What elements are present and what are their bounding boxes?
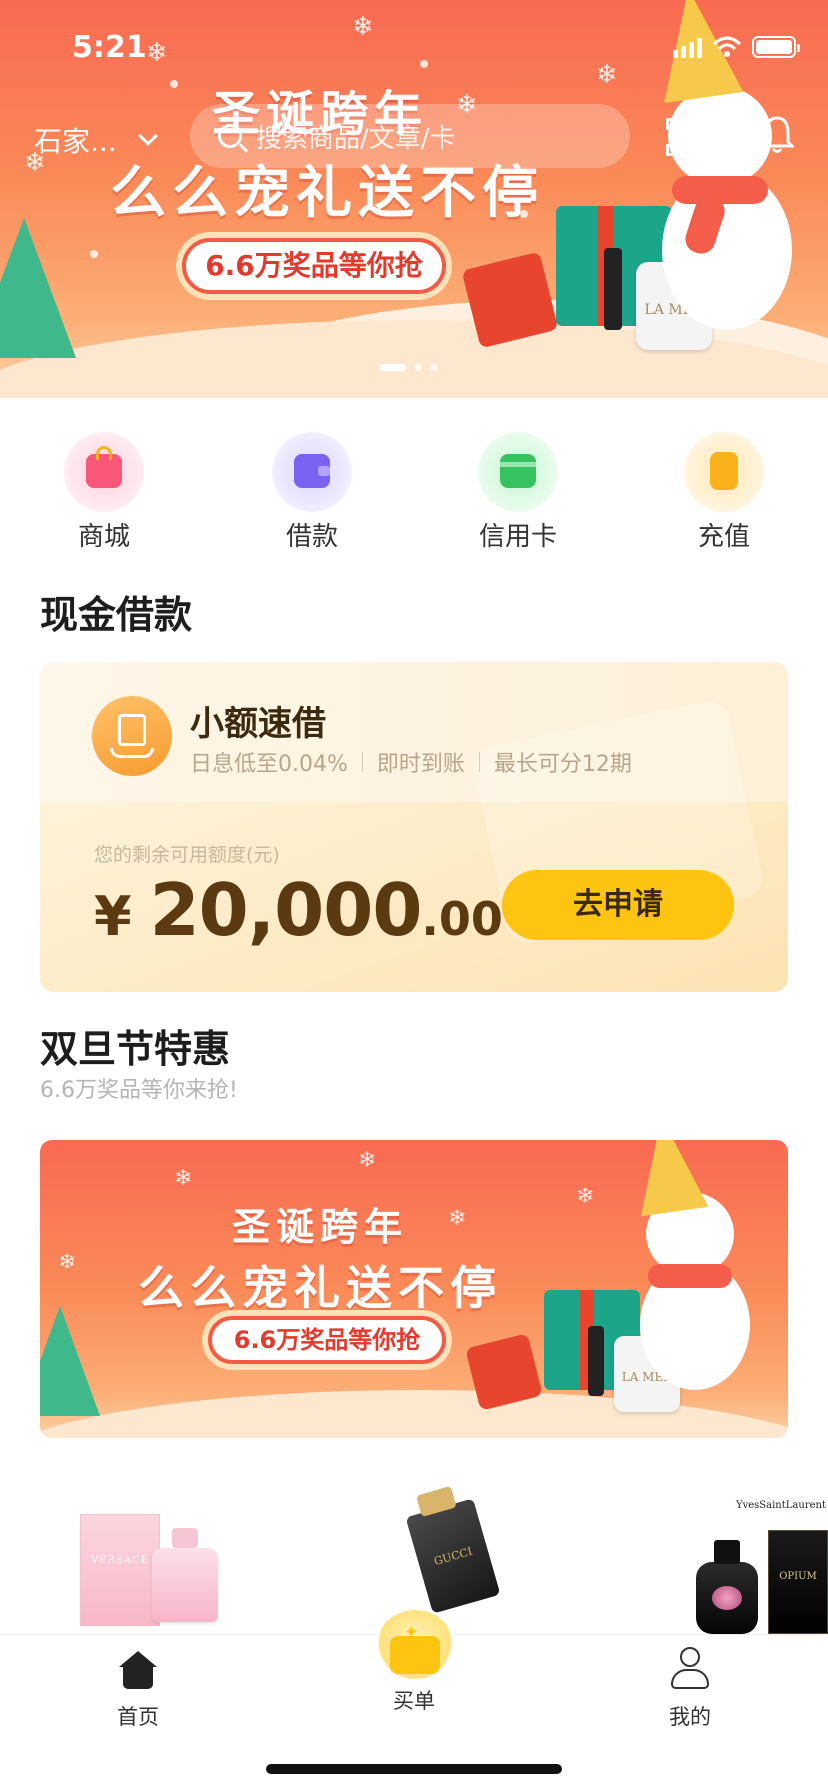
loan-feature: 最长可分12期 [493, 752, 632, 777]
city-label: 石家... [34, 125, 117, 158]
snowflake-icon: ❄ [58, 1250, 77, 1275]
chevron-down-icon [137, 126, 158, 146]
entry-mall[interactable]: 商城 [44, 432, 164, 553]
entry-loan[interactable]: 借款 [252, 432, 372, 553]
credit-card-icon [478, 432, 558, 512]
battery-icon [752, 36, 800, 58]
loan-product-name: 小额速借 [190, 704, 326, 744]
entry-label: 借款 [285, 522, 338, 552]
amount-integer: 20,000 [149, 868, 423, 952]
banner-slogan: 么么宠礼送不停 [138, 1261, 502, 1315]
shopping-bag-icon [64, 432, 144, 512]
product-image-gucci[interactable]: GUCCI [405, 1485, 501, 1614]
snowflake-icon: ❄ [576, 1184, 595, 1209]
entry-label: 充值 [697, 522, 750, 552]
section-subtitle: 6.6万奖品等你来抢! [40, 1078, 238, 1103]
tab-home[interactable]: 首页 [78, 1645, 198, 1731]
divider [478, 752, 480, 772]
snowflake-icon: ❄ [352, 12, 374, 42]
banner-headline: 圣诞跨年 [232, 1205, 409, 1249]
divider [361, 752, 363, 772]
home-icon [119, 1645, 157, 1695]
scan-icon[interactable] [666, 118, 706, 156]
tab-mine[interactable]: 我的 [630, 1645, 750, 1731]
status-icons [673, 36, 800, 58]
pager-dot [414, 364, 422, 371]
banner-prize-pill: 6.6万奖品等你抢 [208, 1316, 446, 1364]
entry-label: 信用卡 [478, 522, 557, 552]
quick-entry-grid: 商城 借款 信用卡 充值 [0, 432, 828, 552]
bell-icon[interactable] [760, 114, 794, 154]
tab-label: 首页 [117, 1705, 159, 1729]
christmas-tree-icon [40, 1306, 100, 1416]
search-bar[interactable]: 搜索商品/文章/卡 [190, 104, 630, 168]
home-indicator [266, 1764, 562, 1774]
status-time: 5:21 [72, 30, 147, 65]
section-title-cash-loan: 现金借款 [40, 593, 193, 637]
product-name: OPIUM [779, 1571, 817, 1582]
entry-credit-card[interactable]: 信用卡 [458, 432, 578, 553]
section-title-holiday-deals: 双旦节特惠 [40, 1027, 231, 1071]
snowflake-icon: ❄ [146, 38, 168, 68]
snow-dot [90, 250, 98, 258]
product-image-ysl-box[interactable]: OPIUM [768, 1530, 828, 1634]
entry-label: 商城 [77, 522, 130, 552]
city-selector[interactable]: 石家... [34, 120, 158, 160]
loan-hand-document-icon [92, 696, 172, 776]
banner-pager [380, 364, 438, 371]
promo-banner[interactable]: ❄ ❄ ❄ ❄ ❄ 圣诞跨年 么么宠礼送不停 6.6万奖品等你抢 LA MER [40, 1140, 788, 1438]
lipstick-icon [588, 1326, 604, 1396]
snowflake-icon: ❄ [358, 1148, 377, 1173]
product-brand: VERSACE [90, 1555, 150, 1566]
search-icon [218, 124, 242, 148]
product-image-ysl-bottle[interactable] [696, 1540, 758, 1634]
loan-feature: 即时到账 [376, 752, 465, 777]
party-hat-icon [627, 1140, 709, 1217]
tab-label: 我的 [669, 1705, 711, 1729]
quota-label: 您的剩余可用额度(元) [94, 844, 280, 866]
wallet-icon [272, 432, 352, 512]
search-placeholder: 搜索商品/文章/卡 [256, 123, 456, 154]
loan-features: 日息低至0.04% 即时到账 最长可分12期 [190, 746, 632, 778]
product-image-versace-box[interactable]: VERSACE [80, 1514, 160, 1626]
loan-card[interactable]: 小额速借 日息低至0.04% 即时到账 最长可分12期 您的剩余可用额度(元) … [40, 662, 788, 992]
cellular-signal-icon [673, 36, 702, 58]
snowflake-icon: ❄ [174, 1166, 193, 1191]
snow-dot [420, 60, 428, 68]
snowflake-icon: ❄ [596, 60, 618, 90]
sparkle-icon: ✦ [404, 1622, 420, 1643]
lipstick-icon [604, 248, 622, 330]
profile-icon [669, 1645, 711, 1695]
product-image-versace-bottle[interactable] [152, 1528, 218, 1622]
snowflake-icon: ❄ [448, 1206, 467, 1231]
pager-dot-active [380, 364, 406, 371]
product-brand: YvesSaintLaurent [736, 1500, 826, 1511]
currency-symbol: ¥ [94, 885, 132, 948]
wifi-icon [712, 36, 742, 57]
christmas-tree-icon [0, 218, 76, 358]
apply-button[interactable]: 去申请 [502, 870, 734, 940]
recharge-phone-icon [684, 432, 764, 512]
loan-feature: 日息低至0.04% [190, 752, 348, 777]
hero-banner[interactable]: ❄ ❄ ❄ ❄ ❄ 圣诞跨年 么么宠礼送不停 6.6万奖品等你抢 LA MER … [0, 0, 828, 398]
scarf [648, 1264, 732, 1288]
snow-dot [170, 80, 178, 88]
pager-dot [430, 364, 438, 371]
banner-prize-pill: 6.6万奖品等你抢 [182, 238, 446, 294]
product-brand: GUCCI [432, 1544, 474, 1569]
entry-recharge[interactable]: 充值 [664, 432, 784, 553]
pay-wallet-icon[interactable]: ✦ [374, 1610, 456, 1692]
available-amount: ¥ 20,000 .00 [94, 868, 503, 952]
amount-decimal: .00 [421, 892, 503, 946]
